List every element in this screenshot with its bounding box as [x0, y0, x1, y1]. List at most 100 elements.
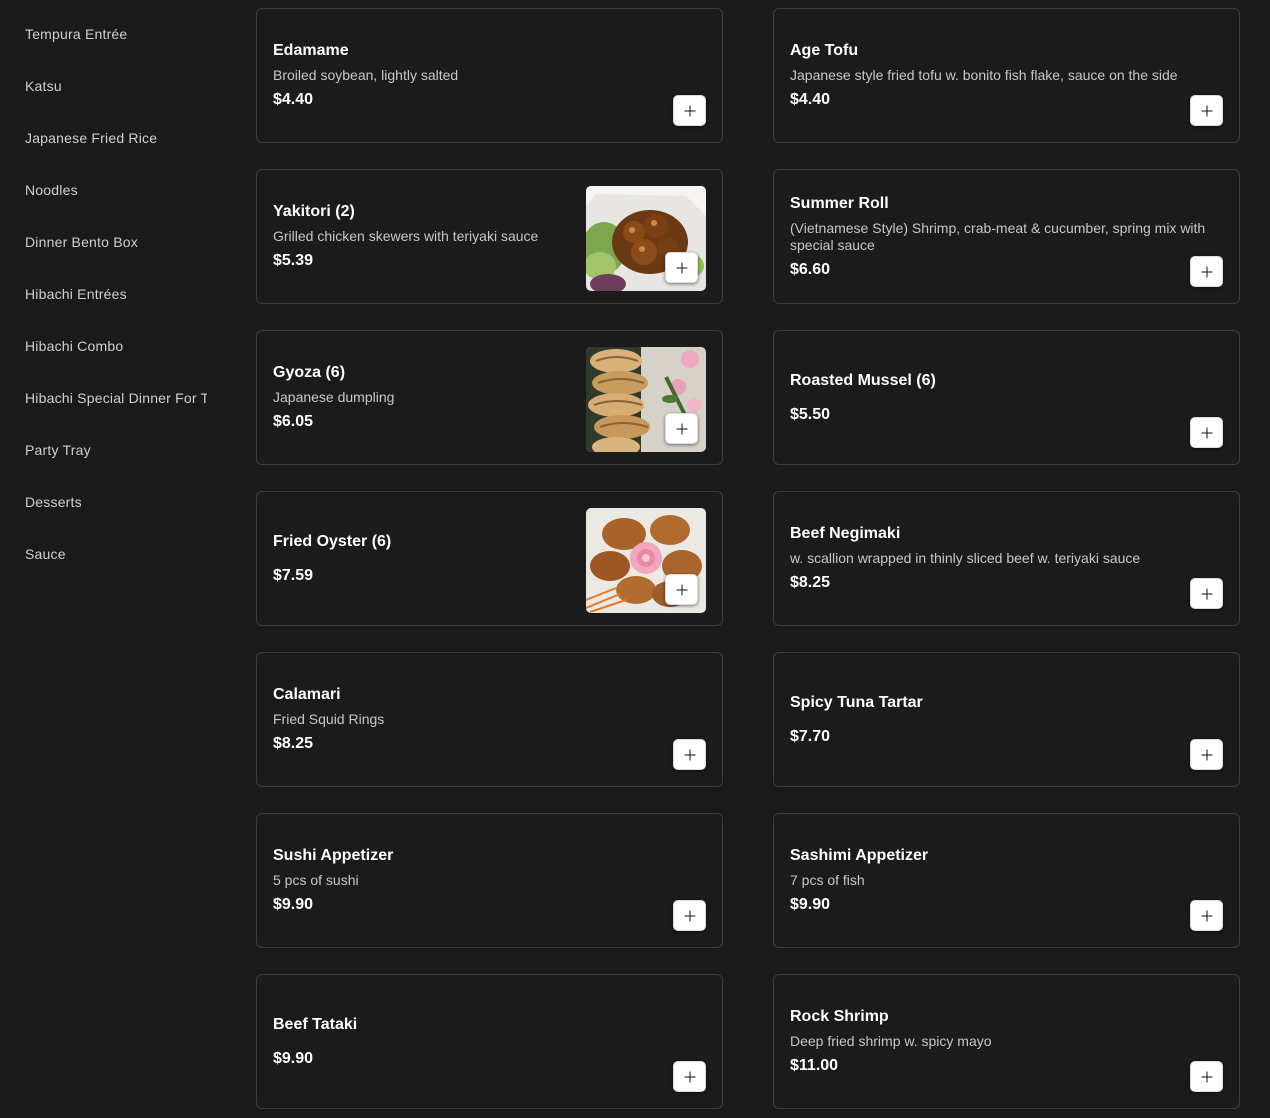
plus-icon	[684, 749, 695, 760]
add-to-cart-button[interactable]	[665, 252, 698, 283]
menu-item-price: $9.90	[273, 896, 314, 913]
add-to-cart-button[interactable]	[1190, 1061, 1223, 1092]
menu-item-info: Age Tofu Japanese style fried tofu w. bo…	[790, 9, 1223, 142]
sidebar-item-hibachi-special-dinner[interactable]: Hibachi Special Dinner For Two	[25, 380, 207, 416]
add-to-cart-button[interactable]	[1190, 900, 1223, 931]
add-to-cart-button[interactable]	[1190, 95, 1223, 126]
menu-item-title: Beef Negimaki	[790, 525, 901, 542]
plus-icon	[1201, 910, 1212, 921]
menu-item-title: Beef Tataki	[273, 1015, 358, 1033]
menu-item-price: $6.60	[790, 260, 831, 278]
menu-item-card[interactable]: Sashimi Appetizer 7 pcs of fish $9.90	[773, 813, 1240, 948]
sidebar-item-hibachi-entrees[interactable]: Hibachi Entrées	[25, 276, 207, 312]
menu-item-card[interactable]: Rock Shrimp Deep fried shrimp w. spicy m…	[773, 974, 1240, 1109]
add-to-cart-button[interactable]	[665, 574, 698, 605]
menu-item-card[interactable]: Spicy Tuna Tartar $7.70	[773, 652, 1240, 787]
sidebar-item-dinner-bento-box[interactable]: Dinner Bento Box	[25, 224, 207, 260]
menu-item-card[interactable]: Yakitori (2) Grilled chicken skewers wit…	[256, 169, 723, 304]
plus-icon	[1201, 749, 1212, 760]
plus-icon	[684, 105, 695, 116]
menu-item-title: Gyoza (6)	[273, 364, 346, 381]
menu-item-title: Rock Shrimp	[790, 1008, 889, 1025]
plus-icon	[684, 1071, 695, 1082]
add-to-cart-button[interactable]	[1190, 417, 1223, 448]
add-to-cart-button[interactable]	[673, 1061, 706, 1092]
menu-item-title: Spicy Tuna Tartar	[790, 693, 923, 711]
menu-item-info: Fried Oyster (6) $7.59	[273, 492, 572, 625]
menu-item-title: Edamame	[273, 42, 349, 59]
menu-item-info: Gyoza (6) Japanese dumpling $6.05	[273, 331, 572, 464]
menu-item-card[interactable]: Beef Negimaki w. scallion wrapped in thi…	[773, 491, 1240, 626]
menu-item-title: Yakitori (2)	[273, 203, 355, 220]
menu-item-card[interactable]: Summer Roll (Vietnamese Style) Shrimp, c…	[773, 169, 1240, 304]
menu-item-title: Fried Oyster (6)	[273, 532, 392, 550]
menu-item-info: Calamari Fried Squid Rings $8.25	[273, 653, 706, 786]
add-to-cart-button[interactable]	[665, 413, 698, 444]
menu-item-price: $5.50	[790, 405, 831, 423]
menu-item-description: (Vietnamese Style) Shrimp, crab-meat & c…	[790, 219, 1206, 253]
menu-item-title: Summer Roll	[790, 194, 889, 212]
sidebar-item-katsu[interactable]: Katsu	[25, 68, 207, 104]
menu-item-price: $5.39	[273, 252, 314, 269]
sidebar-item-japanese-fried-rice[interactable]: Japanese Fried Rice	[25, 120, 207, 156]
plus-icon	[1201, 105, 1212, 116]
add-to-cart-button[interactable]	[673, 900, 706, 931]
menu-item-description: 7 pcs of fish	[790, 872, 865, 888]
add-to-cart-button[interactable]	[1190, 256, 1223, 287]
food-photo	[586, 508, 706, 613]
menu-item-title: Calamari	[273, 686, 341, 703]
add-to-cart-button[interactable]	[1190, 739, 1223, 770]
plus-icon	[676, 423, 687, 434]
menu-item-price: $8.25	[273, 735, 314, 752]
menu-item-price: $9.90	[790, 896, 831, 913]
category-sidebar: Tempura Entrée Katsu Japanese Fried Rice…	[0, 0, 210, 1118]
menu-item-info: Summer Roll (Vietnamese Style) Shrimp, c…	[790, 170, 1223, 303]
add-to-cart-button[interactable]	[1190, 578, 1223, 609]
menu-item-info: Edamame Broiled soybean, lightly salted …	[273, 9, 706, 142]
menu-item-card[interactable]: Calamari Fried Squid Rings $8.25	[256, 652, 723, 787]
menu-item-price: $4.40	[273, 91, 314, 108]
food-photo	[586, 186, 706, 291]
plus-icon	[1201, 588, 1212, 599]
menu-item-description: 5 pcs of sushi	[273, 872, 359, 888]
sidebar-item-party-tray[interactable]: Party Tray	[25, 432, 207, 468]
sidebar-item-noodles[interactable]: Noodles	[25, 172, 207, 208]
plus-icon	[676, 584, 687, 595]
menu-item-price: $11.00	[790, 1057, 839, 1074]
sidebar-item-tempura-entree[interactable]: Tempura Entrée	[25, 16, 207, 52]
menu-item-card[interactable]: Beef Tataki $9.90	[256, 974, 723, 1109]
menu-item-description: Grilled chicken skewers with teriyaki sa…	[273, 228, 539, 244]
add-to-cart-button[interactable]	[673, 95, 706, 126]
menu-item-card[interactable]: Gyoza (6) Japanese dumpling $6.05	[256, 330, 723, 465]
menu-item-title: Roasted Mussel (6)	[790, 371, 936, 389]
menu-item-card[interactable]: Fried Oyster (6) $7.59	[256, 491, 723, 626]
menu-item-info: Sashimi Appetizer 7 pcs of fish $9.90	[790, 814, 1223, 947]
menu-item-title: Sushi Appetizer	[273, 847, 394, 864]
sidebar-item-hibachi-combo[interactable]: Hibachi Combo	[25, 328, 207, 364]
menu-item-price: $4.40	[790, 91, 831, 108]
menu-item-price: $8.25	[790, 574, 831, 591]
plus-icon	[1201, 1071, 1212, 1082]
menu-item-card[interactable]: Sushi Appetizer 5 pcs of sushi $9.90	[256, 813, 723, 948]
sidebar-item-sauce[interactable]: Sauce	[25, 536, 207, 572]
menu-item-info: Roasted Mussel (6) $5.50	[790, 331, 1223, 464]
menu-item-info: Beef Tataki $9.90	[273, 975, 706, 1108]
menu-item-price: $9.90	[273, 1049, 314, 1067]
menu-item-description: Japanese dumpling	[273, 389, 395, 405]
menu-item-price: $7.59	[273, 566, 314, 584]
menu-item-description: Fried Squid Rings	[273, 711, 385, 727]
plus-icon	[1201, 427, 1212, 438]
menu-item-info: Rock Shrimp Deep fried shrimp w. spicy m…	[790, 975, 1223, 1108]
menu-item-price: $6.05	[273, 413, 314, 430]
food-photo	[586, 347, 706, 452]
sidebar-item-desserts[interactable]: Desserts	[25, 484, 207, 520]
menu-item-card[interactable]: Edamame Broiled soybean, lightly salted …	[256, 8, 723, 143]
menu-item-info: Yakitori (2) Grilled chicken skewers wit…	[273, 170, 572, 303]
plus-icon	[676, 262, 687, 273]
menu-item-card[interactable]: Roasted Mussel (6) $5.50	[773, 330, 1240, 465]
plus-icon	[684, 910, 695, 921]
menu-item-info: Beef Negimaki w. scallion wrapped in thi…	[790, 492, 1223, 625]
add-to-cart-button[interactable]	[673, 739, 706, 770]
plus-icon	[1201, 266, 1212, 277]
menu-item-card[interactable]: Age Tofu Japanese style fried tofu w. bo…	[773, 8, 1240, 143]
